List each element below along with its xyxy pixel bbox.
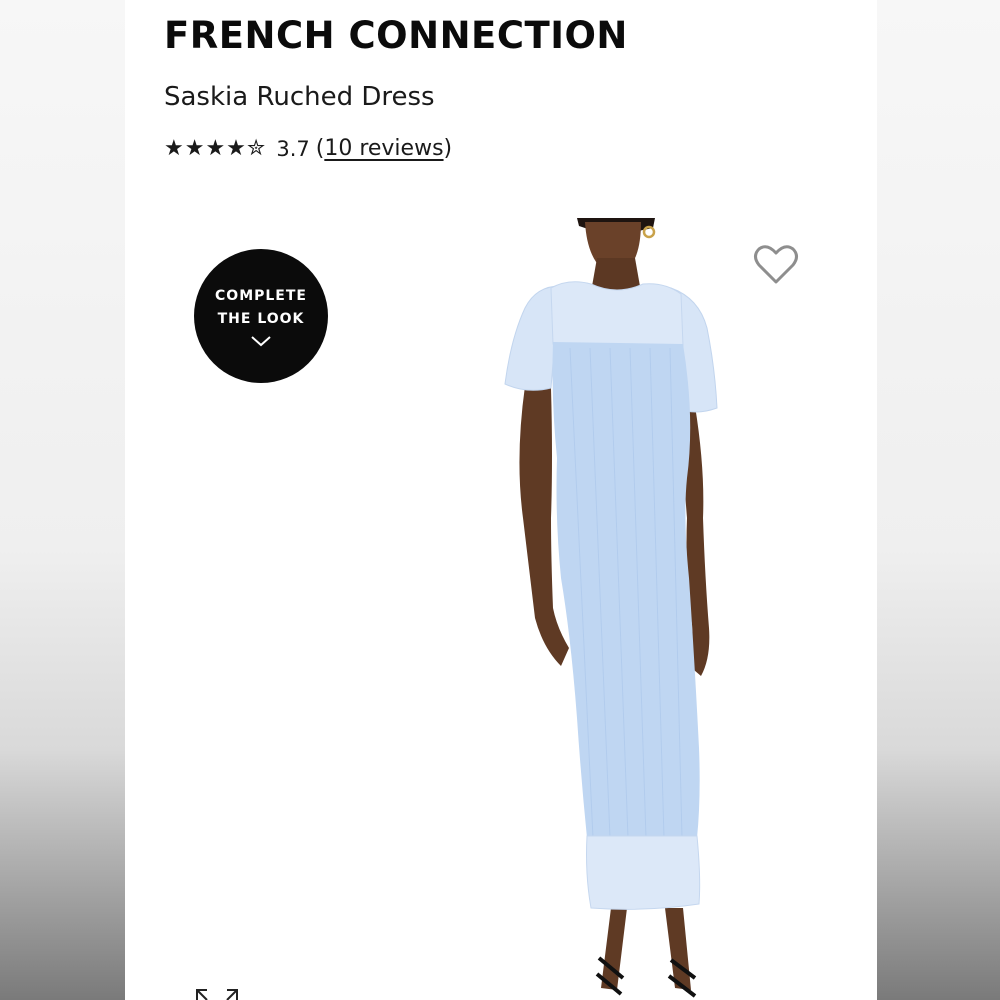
rating-row: ★★★★✮ 3.7 (10 reviews): [164, 136, 452, 161]
dress-yoke: [550, 281, 684, 347]
reviews-count: (10 reviews): [315, 136, 453, 161]
complete-the-look-line2: THE LOOK: [217, 311, 305, 327]
expand-icon[interactable]: [195, 986, 239, 1000]
model-legs: [601, 908, 691, 990]
rating-stars-icon: ★★★★✮: [164, 136, 267, 161]
complete-the-look-line1: COMPLETE: [215, 288, 307, 304]
chevron-down-icon: [251, 336, 271, 347]
rating-value: 3.7: [276, 136, 310, 161]
dress-hem: [586, 835, 701, 910]
left-backdrop: [0, 0, 125, 1000]
dress-body: [552, 342, 700, 838]
heart-outline-icon[interactable]: [753, 244, 799, 286]
reviews-link[interactable]: 10 reviews: [324, 136, 443, 161]
product-panel: FRENCH CONNECTION Saskia Ruched Dress ★★…: [125, 0, 877, 1000]
product-title: Saskia Ruched Dress: [164, 82, 435, 112]
right-backdrop: [877, 0, 1000, 1000]
brand-name[interactable]: FRENCH CONNECTION: [164, 14, 628, 57]
product-image[interactable]: [365, 218, 735, 1000]
complete-the-look-button[interactable]: COMPLETE THE LOOK: [194, 249, 328, 383]
